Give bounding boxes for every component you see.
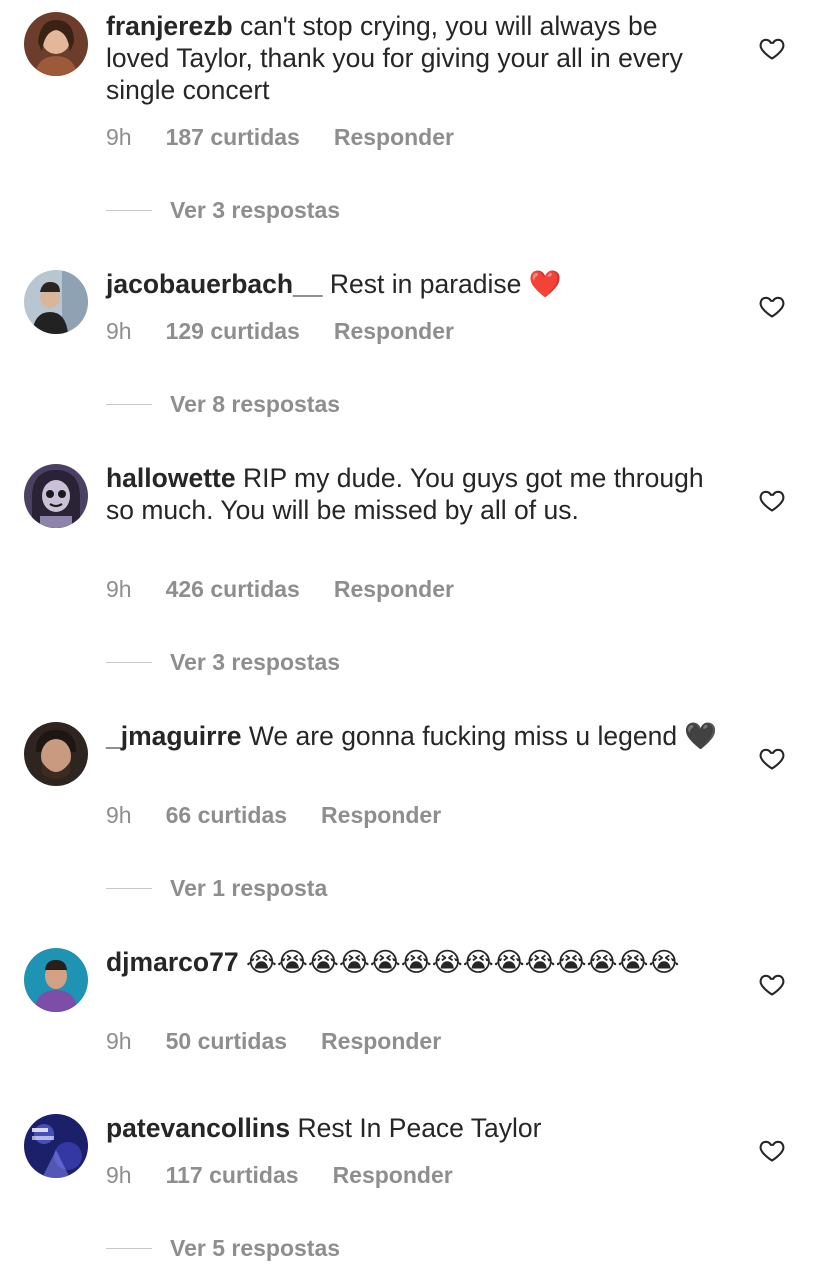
avatar-photo-icon xyxy=(24,722,88,786)
like-heart-icon[interactable] xyxy=(758,486,786,514)
view-replies-label: Ver 1 resposta xyxy=(170,875,328,901)
replies-divider xyxy=(106,661,152,664)
comment-username[interactable]: _jmaguirre xyxy=(106,721,242,751)
comment-text: 😭😭😭😭😭😭😭😭😭😭😭😭😭😭 xyxy=(245,947,680,978)
comment-meta: 9h 66 curtidas Responder xyxy=(106,802,441,829)
view-replies-label: Ver 8 respostas xyxy=(170,391,341,417)
comment-body: patevancollins Rest In Peace Taylor xyxy=(106,1112,726,1144)
like-heart-icon[interactable] xyxy=(758,970,786,998)
comment-time: 9h xyxy=(106,1162,132,1188)
comment-likes[interactable]: 129 curtidas xyxy=(166,318,300,345)
avatar[interactable] xyxy=(24,722,88,786)
comment-username[interactable]: hallowette xyxy=(106,463,236,493)
comment-text-block: jacobauerbach__ Rest in paradise ❤️ xyxy=(106,268,726,300)
reply-button[interactable]: Responder xyxy=(321,1028,441,1055)
replies-divider xyxy=(106,1247,152,1250)
comment-meta: 9h 426 curtidas Responder xyxy=(106,576,454,603)
like-heart-icon[interactable] xyxy=(758,1136,786,1164)
comment-body: hallowette RIP my dude. You guys got me … xyxy=(106,462,726,526)
reply-button[interactable]: Responder xyxy=(321,802,441,829)
comment-text-block: _jmaguirre We are gonna fucking miss u l… xyxy=(106,720,726,752)
reply-button[interactable]: Responder xyxy=(333,1162,453,1189)
comment-meta: 9h 117 curtidas Responder xyxy=(106,1162,453,1189)
comment-username[interactable]: franjerezb xyxy=(106,11,233,41)
view-replies-label: Ver 3 respostas xyxy=(170,649,341,675)
avatar-photo-icon xyxy=(24,12,88,76)
avatar[interactable] xyxy=(24,464,88,528)
comment-body: jacobauerbach__ Rest in paradise ❤️ xyxy=(106,268,726,300)
comment-body: _jmaguirre We are gonna fucking miss u l… xyxy=(106,720,726,752)
comment-text: Rest in paradise ❤️ xyxy=(329,269,562,299)
view-replies-button[interactable]: Ver 3 respostas xyxy=(106,649,340,676)
avatar[interactable] xyxy=(24,1114,88,1178)
comment-text-block: djmarco77 😭😭😭😭😭😭😭😭😭😭😭😭😭😭 xyxy=(106,946,726,979)
comment-likes[interactable]: 426 curtidas xyxy=(166,576,300,603)
comment-text: Rest In Peace Taylor xyxy=(297,1113,542,1143)
view-replies-button[interactable]: Ver 8 respostas xyxy=(106,391,340,418)
comment-time: 9h xyxy=(106,318,132,344)
view-replies-label: Ver 3 respostas xyxy=(170,197,341,223)
comment-likes[interactable]: 187 curtidas xyxy=(166,124,300,151)
replies-divider xyxy=(106,887,152,890)
avatar[interactable] xyxy=(24,948,88,1012)
avatar[interactable] xyxy=(24,12,88,76)
avatar-photo-icon xyxy=(24,270,88,334)
reply-button[interactable]: Responder xyxy=(334,576,454,603)
comment-body: djmarco77 😭😭😭😭😭😭😭😭😭😭😭😭😭😭 xyxy=(106,946,726,979)
comment-username[interactable]: patevancollins xyxy=(106,1113,290,1143)
replies-divider xyxy=(106,209,152,212)
comment-text: We are gonna fucking miss u legend 🖤 xyxy=(248,721,718,751)
view-replies-button[interactable]: Ver 5 respostas xyxy=(106,1235,340,1262)
comment-meta: 9h 129 curtidas Responder xyxy=(106,318,454,345)
like-heart-icon[interactable] xyxy=(758,292,786,320)
comment-meta: 9h 50 curtidas Responder xyxy=(106,1028,441,1055)
view-replies-button[interactable]: Ver 3 respostas xyxy=(106,197,340,224)
comment-likes[interactable]: 50 curtidas xyxy=(166,1028,287,1055)
comment-meta: 9h 187 curtidas Responder xyxy=(106,124,454,151)
avatar[interactable] xyxy=(24,270,88,334)
view-replies-label: Ver 5 respostas xyxy=(170,1235,341,1261)
comment-text-block: hallowette RIP my dude. You guys got me … xyxy=(106,462,726,526)
replies-divider xyxy=(106,403,152,406)
comment-time: 9h xyxy=(106,1028,132,1054)
reply-button[interactable]: Responder xyxy=(334,124,454,151)
avatar-photo-icon xyxy=(24,464,88,528)
comment-time: 9h xyxy=(106,802,132,828)
comment-time: 9h xyxy=(106,576,132,602)
comment-time: 9h xyxy=(106,124,132,150)
comment-username[interactable]: djmarco77 xyxy=(106,947,239,977)
comment-likes[interactable]: 66 curtidas xyxy=(166,802,287,829)
avatar-photo-icon xyxy=(24,1114,88,1178)
view-replies-button[interactable]: Ver 1 resposta xyxy=(106,875,327,902)
comment-body: franjerezb can't stop crying, you will a… xyxy=(106,10,726,106)
comment-username[interactable]: jacobauerbach__ xyxy=(106,269,323,299)
like-heart-icon[interactable] xyxy=(758,744,786,772)
avatar-photo-icon xyxy=(24,948,88,1012)
comment-text-block: patevancollins Rest In Peace Taylor xyxy=(106,1112,726,1144)
like-heart-icon[interactable] xyxy=(758,34,786,62)
reply-button[interactable]: Responder xyxy=(334,318,454,345)
comment-likes[interactable]: 117 curtidas xyxy=(166,1162,299,1189)
comment-text-block: franjerezb can't stop crying, you will a… xyxy=(106,10,726,106)
